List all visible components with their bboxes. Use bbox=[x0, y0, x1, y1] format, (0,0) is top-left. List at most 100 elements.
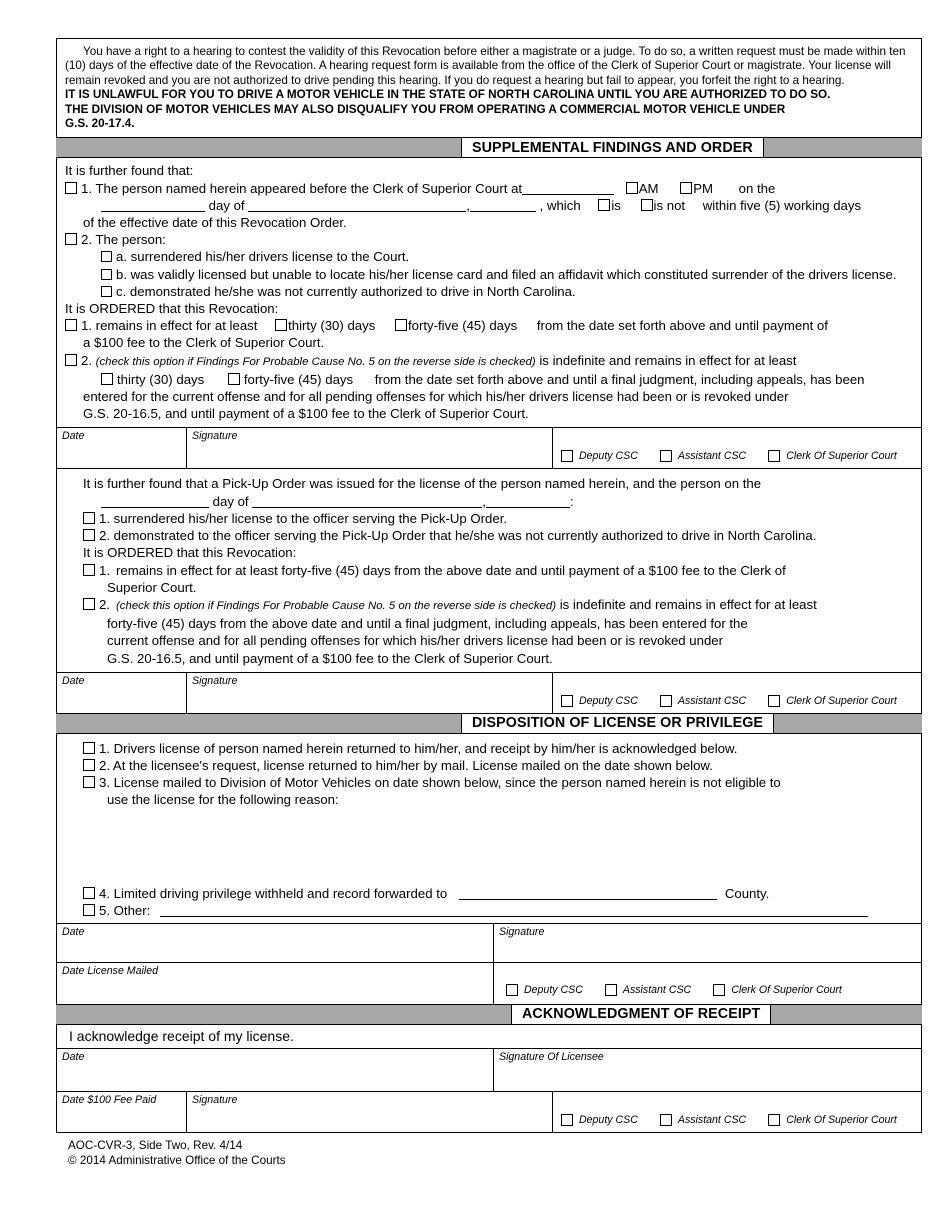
disposition-item-1: 1. Drivers license of person named herei… bbox=[65, 740, 913, 757]
pickup-ordered-lead: It is ORDERED that this Revocation: bbox=[83, 545, 297, 561]
checkbox-supplemental-ordered-2[interactable] bbox=[65, 353, 77, 366]
pickup-item-1-text: 1. surrendered his/her license to the of… bbox=[99, 510, 508, 526]
checkbox-thirty-days-1[interactable] bbox=[275, 319, 288, 332]
checkbox-deputy-csc-3[interactable] bbox=[506, 983, 518, 996]
checkbox-disposition-4[interactable] bbox=[83, 886, 95, 899]
checkbox-deputy-csc-1[interactable] bbox=[561, 450, 573, 463]
checkbox-pickup-2[interactable] bbox=[83, 529, 95, 542]
pickup-label-day-of: day of bbox=[212, 493, 249, 509]
fee-signature-row: Date $100 Fee Paid Signature Deputy CSC … bbox=[57, 1090, 921, 1132]
year-field[interactable] bbox=[469, 200, 536, 212]
date-cell-2[interactable]: Date bbox=[57, 672, 187, 713]
csc-options-2: Deputy CSC Assistant CSC Clerk Of Superi… bbox=[553, 673, 921, 713]
checkbox-is-not[interactable] bbox=[640, 198, 653, 211]
ack-date-cell[interactable]: Date bbox=[57, 1049, 493, 1091]
csc-clerk-4[interactable]: Clerk Of Superior Court bbox=[768, 1113, 897, 1126]
checkbox-assistant-csc-3[interactable] bbox=[604, 983, 617, 996]
other-field[interactable] bbox=[159, 905, 868, 917]
csc-assistant-1[interactable]: Assistant CSC bbox=[659, 450, 746, 463]
label-assistant-csc-4: Assistant CSC bbox=[677, 1113, 747, 1126]
checkbox-is[interactable] bbox=[598, 198, 611, 211]
csc-clerk-3[interactable]: Clerk Of Superior Court bbox=[713, 983, 842, 996]
csc-clerk-2[interactable]: Clerk Of Superior Court bbox=[768, 694, 897, 707]
checkbox-clerk-superior-court-1[interactable] bbox=[768, 450, 781, 463]
csc-deputy-4[interactable]: Deputy CSC bbox=[561, 1113, 638, 1126]
county-field[interactable] bbox=[458, 888, 717, 900]
checkbox-pm[interactable] bbox=[680, 181, 693, 194]
disposition-date-cell[interactable]: Date bbox=[57, 924, 493, 962]
pickup-item-2: 2. demonstrated to the officer serving t… bbox=[65, 527, 913, 544]
csc-deputy-3[interactable]: Deputy CSC bbox=[506, 983, 583, 996]
csc-deputy-2[interactable]: Deputy CSC bbox=[561, 694, 638, 707]
label-clerk-superior-court-1: Clerk Of Superior Court bbox=[786, 450, 897, 463]
checkbox-clerk-superior-court-2[interactable] bbox=[768, 694, 781, 707]
checkbox-am[interactable] bbox=[625, 181, 638, 194]
supplemental-item-2a: a. surrendered his/her drivers license t… bbox=[65, 248, 913, 265]
disposition-left-col: Date Date License Mailed bbox=[57, 923, 494, 1004]
signature-cell-2[interactable]: Signature bbox=[187, 672, 553, 713]
csc-options-1: Deputy CSC Assistant CSC Clerk Of Superi… bbox=[553, 428, 921, 468]
checkbox-assistant-csc-4[interactable] bbox=[659, 1113, 672, 1126]
fee-signature-cell[interactable]: Signature bbox=[187, 1091, 553, 1132]
acknowledgment-body: I acknowledge receipt of my license. Dat… bbox=[56, 1024, 922, 1133]
checkbox-disposition-5[interactable] bbox=[83, 903, 95, 916]
pickup-date-line: day of ,: bbox=[65, 493, 913, 510]
disposition-reason-area[interactable] bbox=[65, 809, 913, 885]
checkbox-deputy-csc-2[interactable] bbox=[561, 694, 573, 707]
day-field[interactable] bbox=[101, 200, 205, 212]
date-cell-1[interactable]: Date bbox=[57, 428, 187, 469]
disposition-signature-cell[interactable]: Signature bbox=[494, 924, 921, 962]
supplemental-ordered-2-text: is indefinite and remains in effect for … bbox=[539, 352, 797, 368]
pickup-day-field[interactable] bbox=[101, 496, 209, 508]
month-field[interactable] bbox=[248, 200, 467, 212]
csc-clerk-1[interactable]: Clerk Of Superior Court bbox=[768, 450, 897, 463]
checkbox-assistant-csc-1[interactable] bbox=[659, 450, 672, 463]
checkbox-assistant-csc-2[interactable] bbox=[659, 694, 672, 707]
label-within-five-days: within five (5) working days bbox=[702, 197, 862, 213]
csc-assistant-4[interactable]: Assistant CSC bbox=[659, 1113, 747, 1126]
checkbox-clerk-superior-court-3[interactable] bbox=[713, 983, 726, 996]
supplemental-item-2c: c. demonstrated he/she was not currently… bbox=[65, 283, 913, 300]
fee-signature-label: Signature bbox=[192, 1093, 238, 1106]
checkbox-supplemental-2a[interactable] bbox=[101, 251, 112, 263]
supplemental-item-2b: b. was validly licensed but unable to lo… bbox=[65, 266, 913, 283]
csc-deputy-1[interactable]: Deputy CSC bbox=[561, 450, 638, 463]
ack-signature-cell[interactable]: Signature Of Licensee bbox=[494, 1049, 921, 1091]
checkbox-disposition-2[interactable] bbox=[83, 758, 95, 771]
csc-assistant-3[interactable]: Assistant CSC bbox=[604, 983, 691, 996]
checkbox-pickup-ordered-2[interactable] bbox=[83, 597, 95, 610]
label-clerk-superior-court-4: Clerk Of Superior Court bbox=[786, 1113, 897, 1126]
pickup-year-field[interactable] bbox=[485, 496, 570, 508]
csc-assistant-2[interactable]: Assistant CSC bbox=[659, 694, 746, 707]
checkbox-disposition-3[interactable] bbox=[83, 776, 95, 789]
checkbox-supplemental-2[interactable] bbox=[65, 233, 77, 246]
checkbox-thirty-days-2[interactable] bbox=[101, 372, 113, 385]
pickup-ordered-2-text: is indefinite and remains in effect for … bbox=[559, 596, 817, 612]
checkbox-disposition-1[interactable] bbox=[83, 741, 95, 754]
pickup-ordered-1: 1. remains in effect for at least forty-f… bbox=[65, 562, 913, 579]
pickup-item-1: 1. surrendered his/her license to the of… bbox=[65, 510, 913, 527]
checkbox-supplemental-2b[interactable] bbox=[101, 268, 112, 280]
pickup-month-field[interactable] bbox=[252, 496, 483, 508]
date-license-mailed-label: Date License Mailed bbox=[62, 964, 158, 977]
checkbox-clerk-superior-court-4[interactable] bbox=[768, 1113, 781, 1126]
checkbox-forty-five-days-2[interactable] bbox=[227, 372, 240, 385]
checkbox-pickup-ordered-1[interactable] bbox=[83, 563, 95, 576]
time-field[interactable] bbox=[522, 183, 615, 195]
supplemental-ordered-2: 2. (check this option if Findings For Pr… bbox=[65, 352, 913, 371]
section-header-disposition: DISPOSITION OF LICENSE OR PRIVILEGE bbox=[56, 712, 922, 734]
checkbox-supplemental-1[interactable] bbox=[65, 181, 77, 194]
checkbox-pickup-1[interactable] bbox=[83, 511, 95, 524]
supplemental-ordered-1-tail: from the date set forth above and until … bbox=[536, 318, 828, 334]
supplemental-ordered-1-text: remains in effect for at least bbox=[95, 318, 258, 334]
checkbox-supplemental-ordered-1[interactable] bbox=[65, 319, 77, 332]
checkbox-deputy-csc-4[interactable] bbox=[561, 1113, 573, 1126]
label-deputy-csc-2: Deputy CSC bbox=[579, 694, 638, 707]
fee-date-cell[interactable]: Date $100 Fee Paid bbox=[57, 1091, 187, 1132]
signature-cell-1[interactable]: Signature bbox=[187, 428, 553, 469]
pickup-ordered-1-line2: Superior Court. bbox=[107, 579, 197, 595]
checkbox-forty-five-days-1[interactable] bbox=[394, 319, 407, 332]
date-license-mailed-cell[interactable]: Date License Mailed bbox=[57, 961, 493, 1004]
checkbox-supplemental-2c[interactable] bbox=[101, 285, 112, 297]
disposition-item-2-text: 2. At the licensee's request, license re… bbox=[99, 757, 713, 773]
